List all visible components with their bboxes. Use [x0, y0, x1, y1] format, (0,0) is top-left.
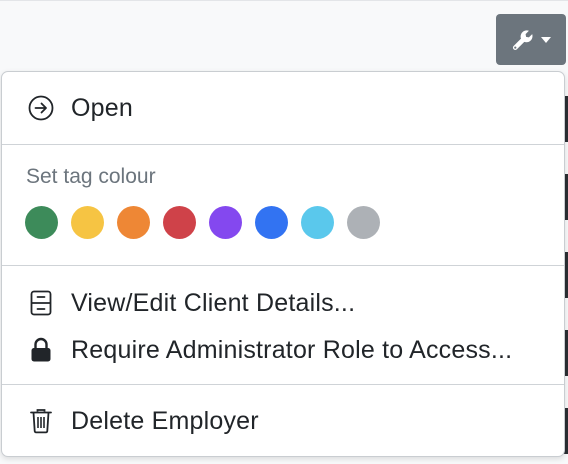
tag-colour-heading: Set tag colour — [26, 165, 156, 188]
actions-dropdown-button[interactable] — [496, 14, 566, 65]
menu-item-label: Open — [71, 93, 133, 122]
caret-down-icon — [541, 36, 551, 43]
menu-divider — [2, 265, 564, 266]
menu-item-label: View/Edit Client Details... — [71, 288, 356, 317]
tag-colour-cyan[interactable] — [301, 206, 334, 239]
actions-dropdown-menu: Open Set tag colour View/Edit Client Det… — [1, 71, 565, 457]
tag-colour-green[interactable] — [25, 206, 58, 239]
tag-colour-swatches — [25, 206, 380, 239]
wrench-icon — [511, 28, 535, 52]
menu-item-require-admin[interactable]: Require Administrator Role to Access... — [2, 328, 564, 372]
menu-item-open[interactable]: Open — [2, 86, 564, 130]
tag-colour-gray[interactable] — [347, 206, 380, 239]
tag-colour-red[interactable] — [163, 206, 196, 239]
menu-item-delete-employer[interactable]: Delete Employer — [2, 399, 564, 443]
trash-icon — [27, 407, 55, 435]
menu-divider — [2, 144, 564, 145]
tag-colour-yellow[interactable] — [71, 206, 104, 239]
tag-colour-orange[interactable] — [117, 206, 150, 239]
menu-item-view-edit-client[interactable]: View/Edit Client Details... — [2, 281, 564, 325]
tag-colour-blue[interactable] — [255, 206, 288, 239]
arrow-circle-right-icon — [27, 94, 55, 122]
file-cabinet-icon — [27, 289, 55, 317]
tag-colour-purple[interactable] — [209, 206, 242, 239]
menu-divider — [2, 384, 564, 385]
menu-item-label: Require Administrator Role to Access... — [71, 335, 513, 364]
lock-icon — [27, 336, 55, 364]
top-toolbar — [0, 0, 568, 72]
menu-item-label: Delete Employer — [71, 406, 259, 435]
